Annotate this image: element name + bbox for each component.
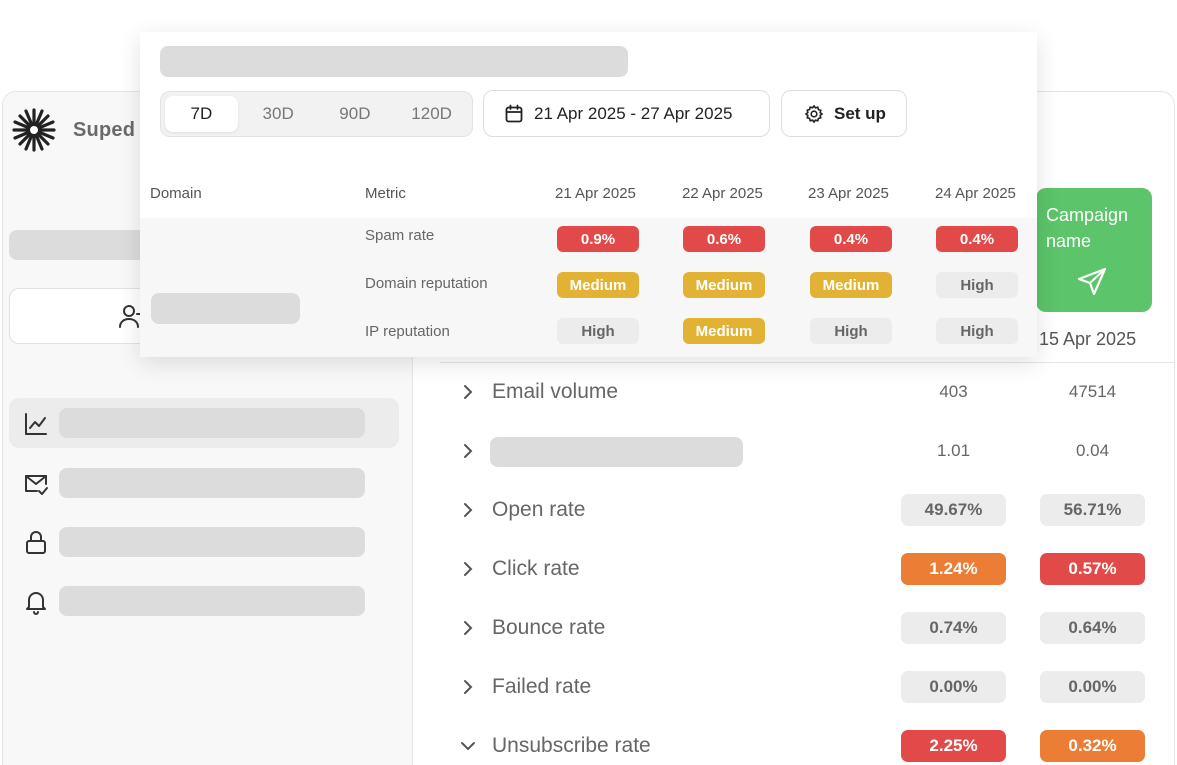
campaign-date: 15 Apr 2025 xyxy=(1039,329,1137,349)
row-value-2: 56.71% xyxy=(1040,494,1145,526)
date-range-label: 21 Apr 2025 - 27 Apr 2025 xyxy=(534,103,733,123)
row-label: Unsubscribe rate xyxy=(492,734,651,757)
metric-name: Domain reputation xyxy=(365,275,488,292)
row-value-1: 49.67% xyxy=(901,494,1006,526)
divider xyxy=(440,362,1174,363)
metric-row[interactable]: Bounce rate 0.74% 0.64% xyxy=(414,608,1174,648)
range-selector: 7D 30D 90D 120D xyxy=(160,91,473,137)
metric-badge: High xyxy=(810,318,892,344)
header-date: 21 Apr 2025 xyxy=(555,185,636,202)
header-date: 23 Apr 2025 xyxy=(808,185,889,202)
row-label: Click rate xyxy=(492,557,580,580)
nav-item-notifications[interactable] xyxy=(9,576,399,626)
campaign-name: Campaign name xyxy=(1046,205,1129,251)
row-value-2: 47514 xyxy=(1068,382,1117,401)
calendar-icon xyxy=(505,104,523,122)
chevron-right-icon[interactable] xyxy=(458,677,478,697)
mail-check-icon xyxy=(25,475,48,495)
nav-label-placeholder xyxy=(59,468,365,498)
row-label-placeholder xyxy=(490,437,743,467)
metric-row[interactable]: Click rate 1.24% 0.57% xyxy=(414,549,1174,589)
send-icon xyxy=(1077,267,1107,296)
row-value-1: 1.01 xyxy=(936,441,971,460)
metric-name: Spam rate xyxy=(365,227,435,244)
metric-row[interactable]: Failed rate 0.00% 0.00% xyxy=(414,667,1174,707)
header-metric: Metric xyxy=(365,185,406,202)
metric-badge: 0.9% xyxy=(557,226,639,252)
nav-item-analytics[interactable] xyxy=(9,398,399,448)
row-label: Open rate xyxy=(492,498,586,521)
nav-label-placeholder xyxy=(59,586,365,616)
bell-icon xyxy=(26,592,46,615)
metric-name: IP reputation xyxy=(365,323,450,340)
row-value-1: 0.00% xyxy=(901,671,1006,703)
metric-row[interactable]: Email volume 403 47514 xyxy=(414,372,1174,412)
chevron-right-icon[interactable] xyxy=(458,382,478,402)
nav-label-placeholder xyxy=(59,527,365,557)
chart-icon xyxy=(25,413,47,435)
setup-label: Set up xyxy=(834,103,886,123)
setup-button[interactable]: Set up xyxy=(781,90,907,137)
brand-name: Suped xyxy=(73,119,136,141)
metric-badge: Medium xyxy=(557,272,639,298)
metric-badge: High xyxy=(936,272,1018,298)
metric-row[interactable]: 1.01 0.04 xyxy=(414,431,1174,471)
row-value-2: 0.32% xyxy=(1040,730,1145,762)
workspace-placeholder xyxy=(9,230,149,260)
row-label: Email volume xyxy=(492,380,619,403)
range-option-120d[interactable]: 120D xyxy=(395,96,468,132)
metric-badge: Medium xyxy=(683,318,765,344)
row-value-2: 0.57% xyxy=(1040,553,1145,585)
metric-badge: Medium xyxy=(683,272,765,298)
chevron-right-icon[interactable] xyxy=(458,559,478,579)
metric-badge: Medium xyxy=(810,272,892,298)
range-option-90d[interactable]: 90D xyxy=(319,96,392,132)
domain-placeholder xyxy=(151,293,300,324)
popup-title-placeholder xyxy=(160,46,628,77)
header-domain: Domain xyxy=(150,185,202,202)
range-option-7d[interactable]: 7D xyxy=(165,96,238,132)
metric-badge: High xyxy=(936,318,1018,344)
header-date: 24 Apr 2025 xyxy=(935,185,1016,202)
metric-badge: 0.6% xyxy=(683,226,765,252)
nav-item-security[interactable] xyxy=(9,517,399,567)
header-date: 22 Apr 2025 xyxy=(682,185,763,202)
nav-item-email[interactable] xyxy=(9,458,399,508)
row-label: Bounce rate xyxy=(492,616,606,639)
chevron-down-icon[interactable] xyxy=(458,736,478,756)
chevron-right-icon[interactable] xyxy=(458,441,478,461)
row-label: Failed rate xyxy=(492,675,592,698)
campaign-card[interactable]: Campaign name xyxy=(1036,188,1152,312)
row-value-1: 403 xyxy=(939,382,968,401)
metric-badge: 0.4% xyxy=(936,226,1018,252)
metric-row[interactable]: Unsubscribe rate 2.25% 0.32% xyxy=(414,726,1174,765)
chevron-right-icon[interactable] xyxy=(458,500,478,520)
stage: Suped Campaign name 15 Apr 2025 Email vo… xyxy=(0,0,1177,765)
metric-badge: High xyxy=(557,318,639,344)
gear-icon xyxy=(805,104,823,123)
lock-icon xyxy=(26,531,46,554)
row-value-2: 0.64% xyxy=(1040,612,1145,644)
row-value-2: 0.00% xyxy=(1040,671,1145,703)
row-value-1: 0.74% xyxy=(901,612,1006,644)
row-value-1: 1.24% xyxy=(901,553,1006,585)
reputation-popup: 7D 30D 90D 120D 21 Apr 2025 - 27 Apr 202… xyxy=(140,32,1037,357)
nav-label-placeholder xyxy=(59,408,365,438)
metrics-table-body: Spam rate 0.9% 0.6% 0.4% 0.4% Domain rep… xyxy=(140,218,1037,357)
date-range-button[interactable]: 21 Apr 2025 - 27 Apr 2025 xyxy=(483,90,770,137)
row-value-2: 0.04 xyxy=(1075,441,1110,460)
metric-badge: 0.4% xyxy=(810,226,892,252)
row-value-1: 2.25% xyxy=(901,730,1006,762)
range-option-30d[interactable]: 30D xyxy=(242,96,315,132)
chevron-right-icon[interactable] xyxy=(458,618,478,638)
logo-icon xyxy=(12,108,56,152)
metric-row[interactable]: Open rate 49.67% 56.71% xyxy=(414,490,1174,530)
